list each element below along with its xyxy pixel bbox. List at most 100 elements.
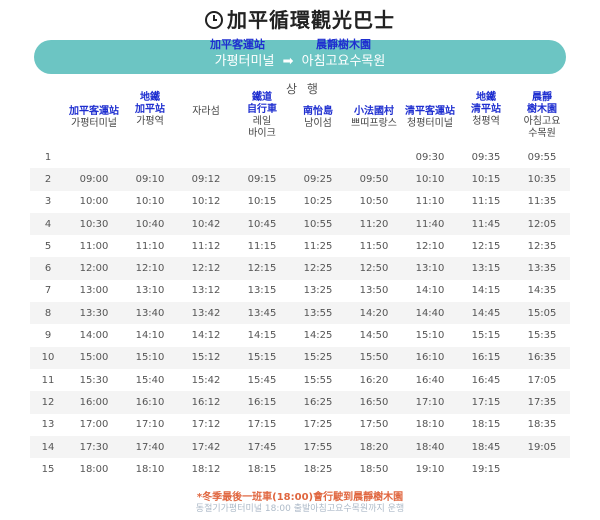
time-cell: 12:05 xyxy=(514,212,570,236)
row-number: 9 xyxy=(30,324,66,347)
row-number: 15 xyxy=(30,458,66,481)
footer-subnote: 동절기가평터미널 18:00 출발아침고요수목원까지 운행 xyxy=(195,504,405,514)
time-cell: 10:00 xyxy=(66,190,122,213)
time-cell: 17:30 xyxy=(66,435,122,459)
time-cell: 09:50 xyxy=(346,168,402,191)
time-cell: 09:25 xyxy=(290,168,346,191)
time-cell: 16:50 xyxy=(346,391,402,414)
time-cell: 13:25 xyxy=(290,279,346,303)
time-cell: 09:00 xyxy=(66,168,122,191)
page-title-text: 加平循環觀光巴士 xyxy=(227,8,395,32)
time-cell: 16:00 xyxy=(66,391,122,414)
time-cell: 10:42 xyxy=(178,212,234,236)
time-cell: 09:12 xyxy=(178,168,234,191)
row-number: 12 xyxy=(30,391,66,414)
time-cell: 11:00 xyxy=(66,235,122,258)
time-cell: 15:42 xyxy=(178,368,234,392)
time-cell: 15:45 xyxy=(234,368,290,392)
route-from-ko: 가평터미널 xyxy=(214,54,275,69)
time-cell: 14:10 xyxy=(122,324,178,347)
time-cell: 10:25 xyxy=(290,190,346,213)
time-cell: 14:50 xyxy=(346,324,402,347)
time-cell: 15:50 xyxy=(346,346,402,369)
time-cell: 10:15 xyxy=(234,190,290,213)
time-cell: 17:10 xyxy=(402,391,458,414)
stops-header: 加平客運站 가평터미널 地鐵 加平站 가평역 자라섬 鐵道 自行車 레일 바이크 南怡島 남이섬… xyxy=(0,88,600,142)
time-cell: 15:05 xyxy=(514,302,570,325)
time-cell xyxy=(346,146,402,169)
time-cell: 12:25 xyxy=(290,257,346,280)
table-row: 13 17:00 17:10 17:12 17:15 17:25 17:50 18:10 18:… xyxy=(30,413,570,436)
time-cell: 14:45 xyxy=(458,302,514,325)
time-cell: 16:45 xyxy=(458,368,514,392)
time-cell: 09:15 xyxy=(234,168,290,191)
time-cell: 17:15 xyxy=(458,391,514,414)
clock-icon xyxy=(205,11,223,29)
time-cell: 09:30 xyxy=(402,146,458,169)
time-cell xyxy=(122,146,178,169)
route-to-ko: 아침고요수목원 xyxy=(301,54,386,69)
row-number: 11 xyxy=(30,368,66,392)
time-cell: 14:00 xyxy=(66,324,122,347)
time-cell: 16:12 xyxy=(178,391,234,414)
time-cell: 13:40 xyxy=(122,302,178,325)
time-cell: 15:40 xyxy=(122,368,178,392)
time-cell: 16:15 xyxy=(458,346,514,369)
time-cell: 10:40 xyxy=(122,212,178,236)
time-cell: 14:10 xyxy=(402,279,458,303)
time-cell: 13:10 xyxy=(402,257,458,280)
route-ko: 가평터미널 ➡ 아침고요수목원 xyxy=(34,50,566,69)
time-cell: 14:15 xyxy=(458,279,514,303)
time-cell: 13:10 xyxy=(122,279,178,303)
time-cell: 11:25 xyxy=(290,235,346,258)
row-number: 4 xyxy=(30,212,66,236)
time-cell: 17:50 xyxy=(346,413,402,436)
row-number: 8 xyxy=(30,302,66,325)
table-row: 6 12:00 12:10 12:12 12:15 12:25 12:50 13:10 13:1… xyxy=(30,257,570,280)
time-cell: 15:00 xyxy=(66,346,122,369)
time-cell: 18:15 xyxy=(458,413,514,436)
time-cell: 11:10 xyxy=(402,190,458,213)
time-cell: 13:42 xyxy=(178,302,234,325)
time-cell: 12:00 xyxy=(66,257,122,280)
row-number: 6 xyxy=(30,257,66,280)
table-row: 2 09:00 09:10 09:12 09:15 09:25 09:50 10:10 10:1… xyxy=(30,168,570,191)
time-cell: 12:12 xyxy=(178,257,234,280)
time-cell: 18:50 xyxy=(346,458,402,481)
table-row: 5 11:00 11:10 11:12 11:15 11:25 11:50 12:10 12:1… xyxy=(30,235,570,258)
time-cell: 13:15 xyxy=(234,279,290,303)
time-cell: 11:35 xyxy=(514,190,570,213)
time-cell: 15:10 xyxy=(402,324,458,347)
time-cell xyxy=(234,146,290,169)
time-cell: 13:50 xyxy=(346,279,402,303)
time-cell: 13:00 xyxy=(66,279,122,303)
time-cell: 12:15 xyxy=(458,235,514,258)
time-cell xyxy=(178,146,234,169)
time-cell: 12:50 xyxy=(346,257,402,280)
table-row: 3 10:00 10:10 10:12 10:15 10:25 10:50 11:10 11:1… xyxy=(30,190,570,213)
row-number: 2 xyxy=(30,168,66,191)
time-cell: 18:40 xyxy=(402,435,458,459)
time-cell: 12:15 xyxy=(234,257,290,280)
stop-header-9: 晨靜 樹木園 아침고요 수목원 xyxy=(508,92,576,146)
stop-name-ko: 아침고요 수목원 xyxy=(523,116,561,139)
time-cell: 19:15 xyxy=(458,458,514,481)
row-number: 3 xyxy=(30,190,66,213)
time-cell: 19:10 xyxy=(402,458,458,481)
time-cell xyxy=(290,146,346,169)
row-number: 14 xyxy=(30,435,66,459)
time-cell: 11:20 xyxy=(346,212,402,236)
time-cell: 18:00 xyxy=(66,458,122,481)
time-cell: 12:35 xyxy=(514,235,570,258)
table-row: 4 10:30 10:40 10:42 10:45 10:55 11:20 11:40 11:4… xyxy=(30,212,570,236)
time-cell: 13:15 xyxy=(458,257,514,280)
row-number: 5 xyxy=(30,235,66,258)
time-cell: 13:30 xyxy=(66,302,122,325)
table-row: 8 13:30 13:40 13:42 13:45 13:55 14:20 14:40 14:4… xyxy=(30,302,570,325)
time-cell: 14:40 xyxy=(402,302,458,325)
time-cell: 17:42 xyxy=(178,435,234,459)
time-cell: 09:55 xyxy=(514,146,570,169)
time-cell: 14:25 xyxy=(290,324,346,347)
time-cell: 14:12 xyxy=(178,324,234,347)
time-cell: 18:35 xyxy=(514,413,570,436)
